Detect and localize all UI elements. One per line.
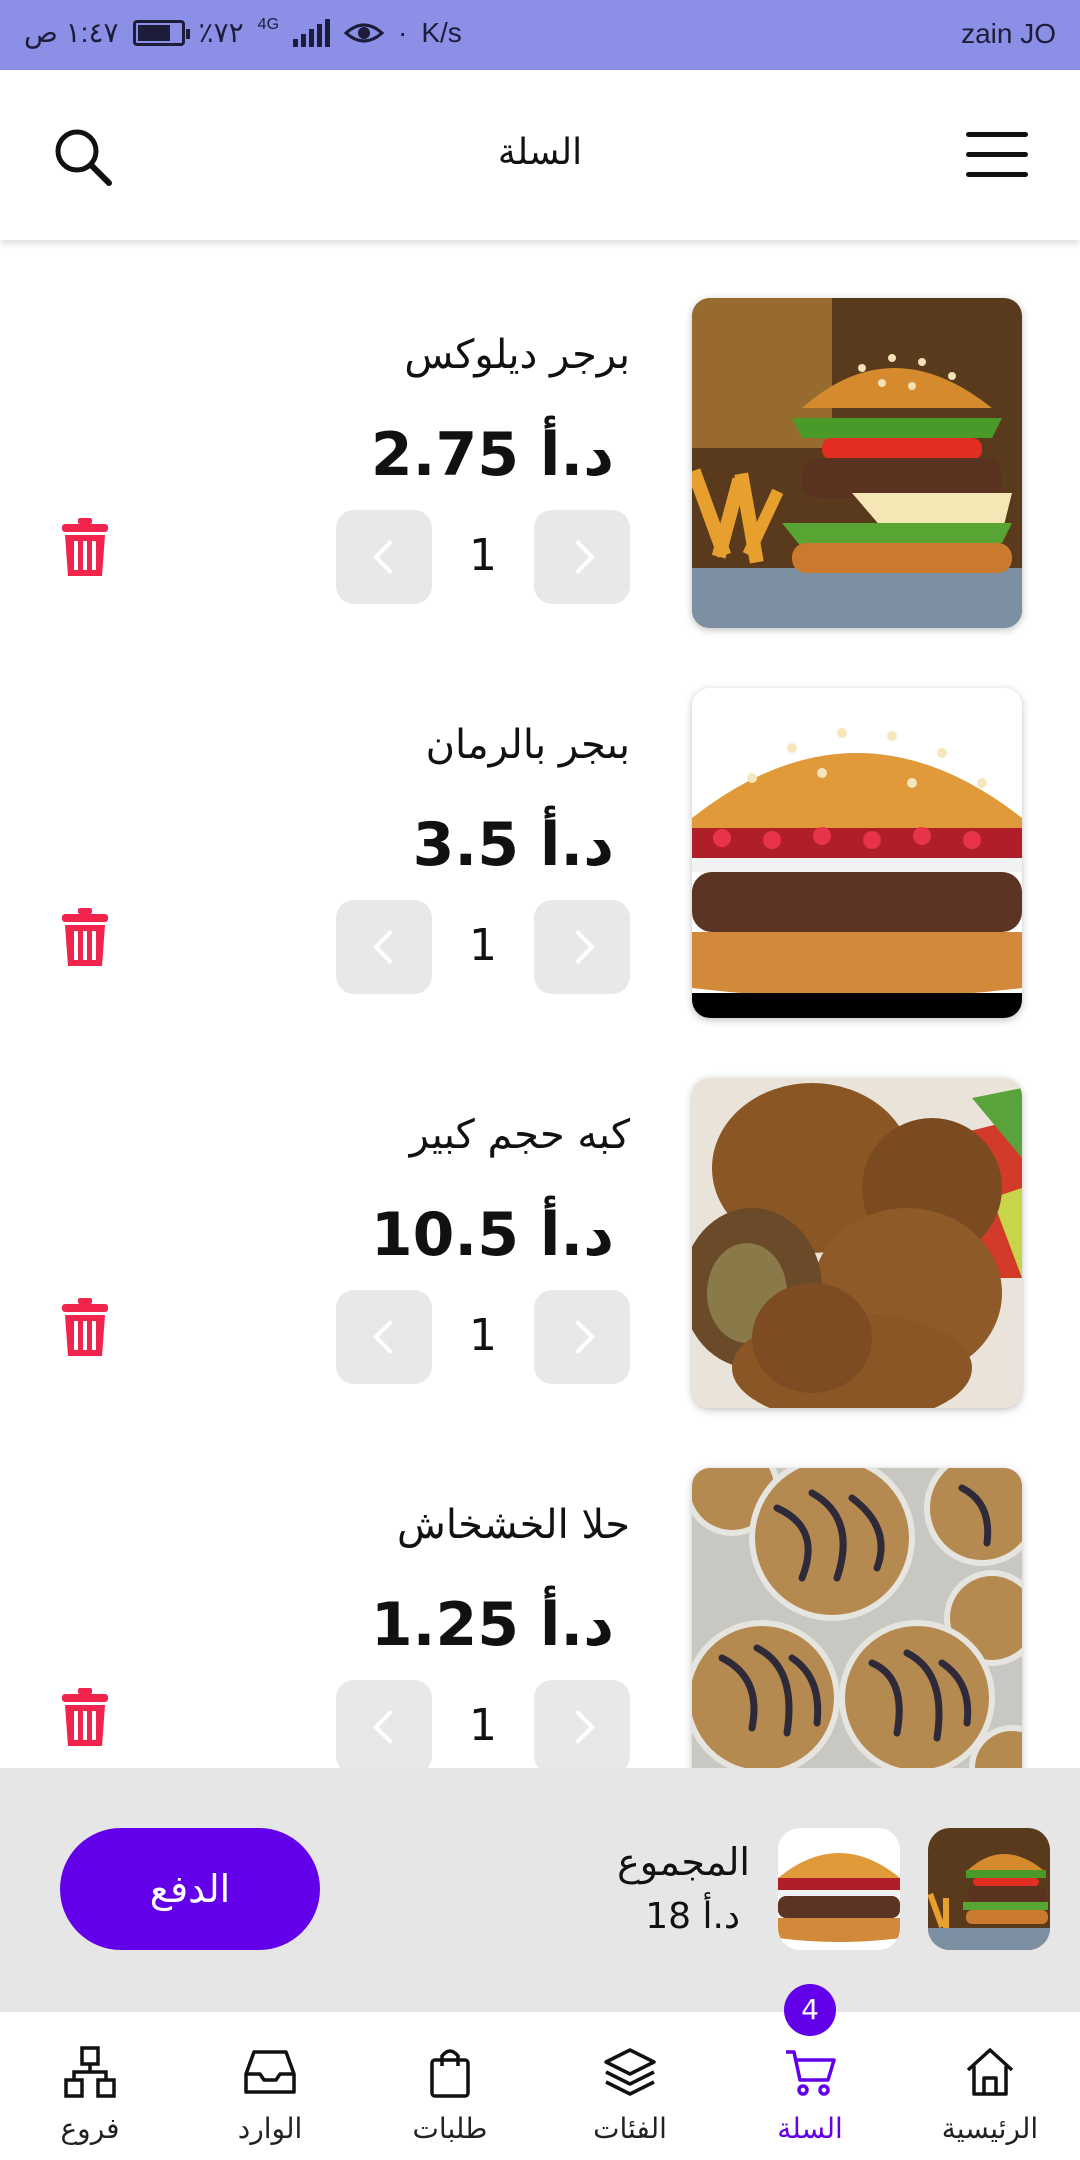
nav-categories[interactable]: الفئات xyxy=(540,2012,720,2160)
summary-item-image xyxy=(928,1828,1050,1950)
item-price: د.أ 10.5 xyxy=(370,1200,614,1270)
quantity-stepper: 1 xyxy=(336,1290,630,1384)
nav-branches[interactable]: فروع xyxy=(0,2012,180,2160)
home-icon xyxy=(966,2048,1014,2096)
network-type: 4G xyxy=(257,16,280,33)
nav-label: الوارد xyxy=(237,2112,303,2145)
eye-icon xyxy=(344,23,385,42)
cart-icon xyxy=(786,2050,836,2096)
bag-icon xyxy=(430,2049,470,2098)
item-name: بىجر بالرمان xyxy=(425,722,630,768)
trash-icon[interactable] xyxy=(60,908,110,968)
quantity-stepper: 1 xyxy=(336,510,630,604)
inbox-icon xyxy=(244,2050,296,2094)
trash-icon[interactable] xyxy=(60,1298,110,1358)
status-left: ١:٤٧ ص ٪٧٢ 4G · K/s xyxy=(24,16,462,49)
nav-orders[interactable]: طلبات xyxy=(360,2012,540,2160)
nav-label: السلة xyxy=(777,2112,843,2145)
bottom-nav: الرئيسية 4 السلة الفئات طلبات الوارد فرو… xyxy=(0,1984,1080,2160)
quantity-stepper: 1 xyxy=(336,900,630,994)
product-image xyxy=(692,298,1022,628)
cart-count-badge: 4 xyxy=(784,1984,836,2036)
nav-home[interactable]: الرئيسية xyxy=(900,2012,1080,2160)
item-quantity: 1 xyxy=(469,920,497,971)
decrease-button[interactable] xyxy=(336,1290,432,1384)
trash-icon[interactable] xyxy=(60,518,110,578)
product-image xyxy=(692,1078,1022,1408)
item-name: حلا الخشخاش xyxy=(397,1502,630,1548)
checkout-button[interactable]: الدفع xyxy=(60,1828,320,1950)
cart-item: بىجر بالرمان د.أ 3.5 1 xyxy=(0,630,1080,1020)
carrier-name: zain JO xyxy=(961,18,1056,49)
product-image xyxy=(692,688,1022,1018)
battery-percent: ٪٧٢ xyxy=(198,17,244,48)
item-name: برجر ديلوكس xyxy=(404,332,630,378)
signal-icon xyxy=(293,18,331,47)
summary-item-image xyxy=(778,1828,900,1950)
nav-label: طلبات xyxy=(412,2112,488,2145)
page-title: السلة xyxy=(497,132,583,173)
increase-button[interactable] xyxy=(534,1290,630,1384)
nav-label: الفئات xyxy=(593,2112,667,2145)
increase-button[interactable] xyxy=(534,900,630,994)
product-image xyxy=(692,1468,1022,1768)
item-quantity: 1 xyxy=(469,1310,497,1361)
branches-icon xyxy=(64,2046,116,2098)
nav-cart[interactable]: 4 السلة xyxy=(720,1984,900,2160)
total-value: د.أ 18 xyxy=(645,1896,740,1937)
trash-icon[interactable] xyxy=(60,1688,110,1748)
status-bar: ١:٤٧ ص ٪٧٢ 4G · K/s zain JO xyxy=(0,0,1080,70)
increase-button[interactable] xyxy=(534,1680,630,1768)
decrease-button[interactable] xyxy=(336,1680,432,1768)
item-quantity: 1 xyxy=(469,530,497,581)
cart-item: حلا الخشخاش د.أ 1.25 1 xyxy=(0,1410,1080,1768)
decrease-button[interactable] xyxy=(336,900,432,994)
cart-summary: المجموع د.أ 18 الدفع xyxy=(0,1768,1080,2012)
battery-icon xyxy=(132,19,190,46)
layers-icon xyxy=(604,2048,656,2096)
item-quantity: 1 xyxy=(469,1700,497,1751)
status-time: ١:٤٧ ص xyxy=(24,17,119,48)
network-speed: K/s xyxy=(421,16,462,48)
status-dot: · xyxy=(398,16,408,48)
cart-item: برجر ديلوكس د.أ 2.75 1 xyxy=(0,240,1080,630)
increase-button[interactable] xyxy=(534,510,630,604)
cart-list[interactable]: برجر ديلوكس د.أ 2.75 1 بىجر بالرمان د.أ … xyxy=(0,240,1080,1768)
app-bar: السلة xyxy=(0,70,1080,240)
item-name: كبه حجم كبير xyxy=(409,1112,630,1158)
quantity-stepper: 1 xyxy=(336,1680,630,1768)
search-icon[interactable] xyxy=(52,126,114,188)
cart-item: كبه حجم كبير د.أ 10.5 1 xyxy=(0,1020,1080,1410)
nav-label: الرئيسية xyxy=(941,2112,1039,2145)
item-price: د.أ 1.25 xyxy=(370,1590,614,1660)
nav-inbox[interactable]: الوارد xyxy=(180,2012,360,2160)
decrease-button[interactable] xyxy=(336,510,432,604)
item-price: د.أ 3.5 xyxy=(412,810,614,880)
total-label: المجموع xyxy=(617,1840,750,1884)
nav-label: فروع xyxy=(60,2112,120,2145)
item-price: د.أ 2.75 xyxy=(370,420,614,490)
